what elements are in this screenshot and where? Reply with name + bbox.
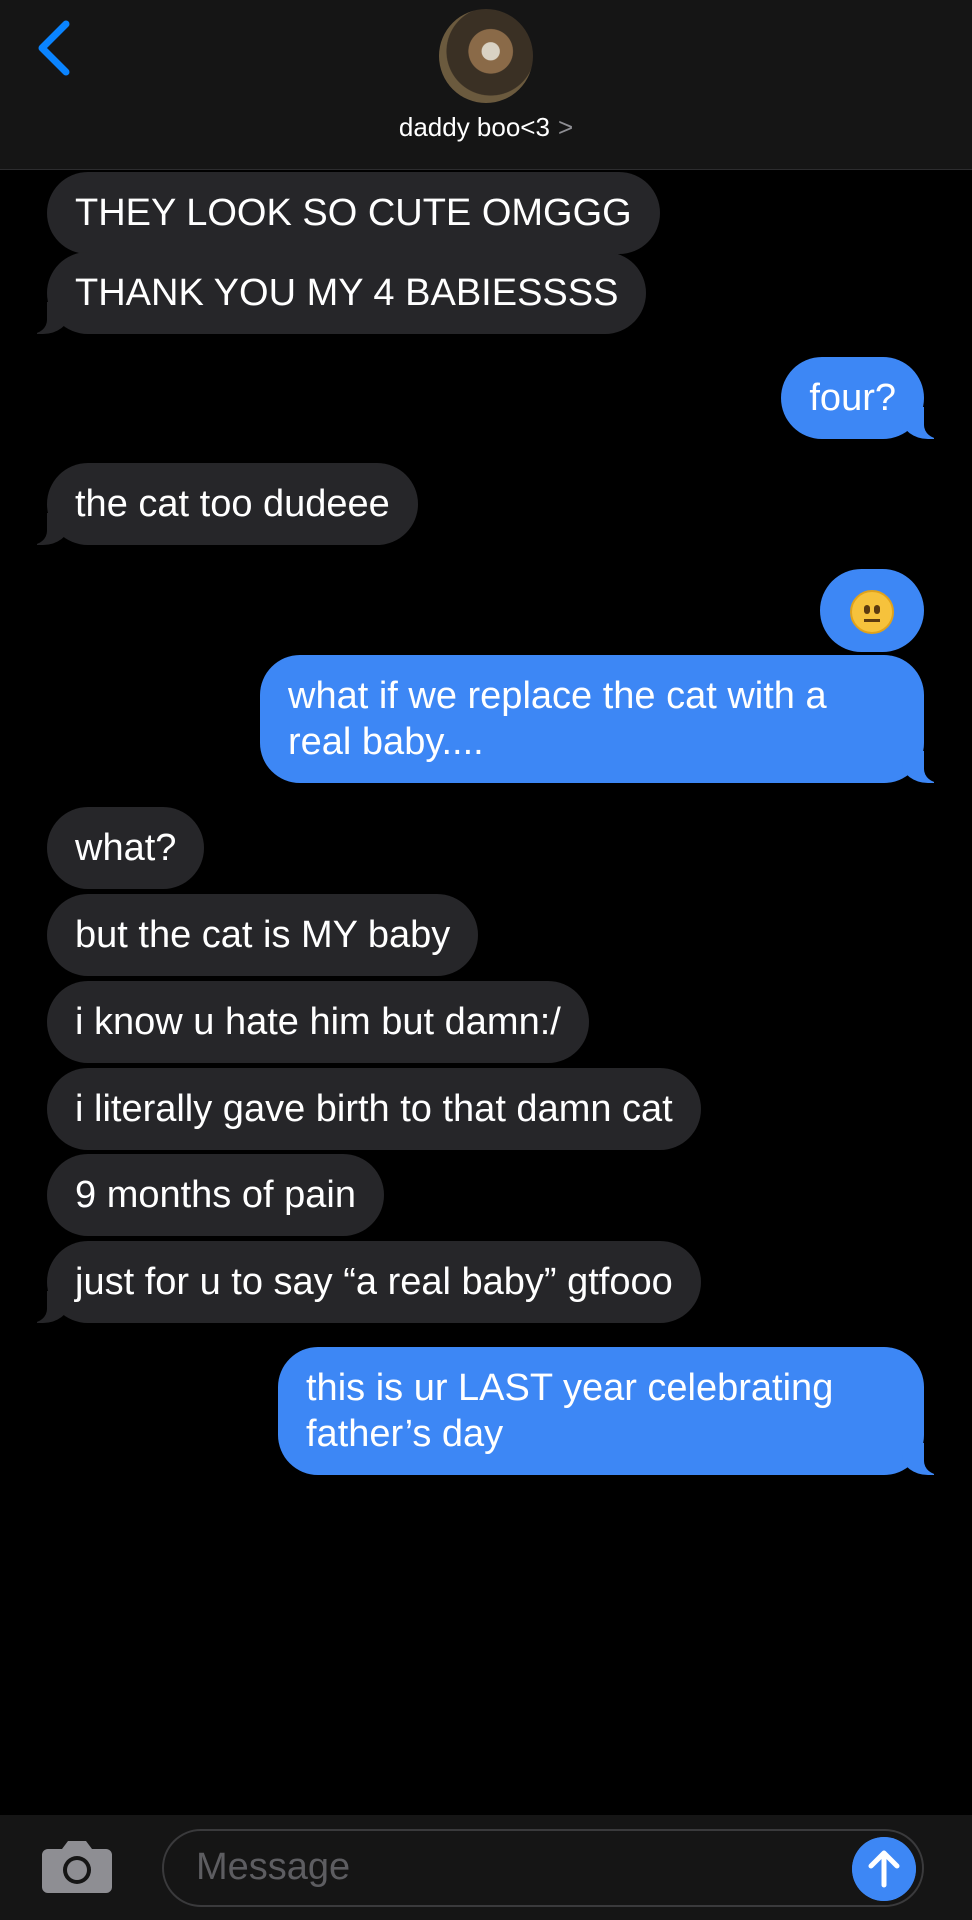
message-bubble-outgoing[interactable] <box>820 569 924 652</box>
message-text: THANK YOU MY 4 BABIESSSS <box>75 272 619 314</box>
message-text: just for u to say “a real baby” gtfooo <box>75 1261 673 1303</box>
contact-name-button[interactable]: daddy boo<3 > <box>0 112 972 143</box>
message-bubble-incoming[interactable]: THEY LOOK SO CUTE OMGGG <box>47 172 660 254</box>
message-text: this is ur LAST year celebrating father’… <box>306 1367 834 1455</box>
message-bubble-incoming[interactable]: but the cat is MY baby <box>47 894 479 976</box>
message-bubble-incoming[interactable]: just for u to say “a real baby” gtfooo <box>29 1241 701 1323</box>
contact-avatar[interactable] <box>439 9 533 103</box>
message-bubble-outgoing[interactable]: what if we replace the cat with a real b… <box>260 655 942 783</box>
message-text: 9 months of pain <box>75 1174 356 1216</box>
back-chevron-icon[interactable] <box>28 16 84 80</box>
message-composer: Message <box>0 1815 972 1920</box>
message-bubble-incoming[interactable]: i know u hate him but damn:/ <box>47 981 589 1063</box>
message-bubble-incoming[interactable]: i literally gave birth to that damn cat <box>47 1068 701 1150</box>
message-text: what if we replace the cat with a real b… <box>288 675 827 763</box>
message-text: i literally gave birth to that damn cat <box>75 1088 673 1130</box>
contact-name: daddy boo<3 <box>398 112 550 142</box>
neutral-face-emoji-icon <box>850 589 894 634</box>
message-text: i know u hate him but damn:/ <box>75 1001 561 1043</box>
message-bubble-incoming[interactable]: the cat too dudeee <box>29 463 418 545</box>
message-bubble-incoming[interactable]: what? <box>47 807 205 889</box>
message-bubble-outgoing[interactable]: this is ur LAST year celebrating father’… <box>278 1347 942 1475</box>
message-text: the cat too dudeee <box>75 483 390 525</box>
message-text: four? <box>809 377 896 419</box>
message-text: THEY LOOK SO CUTE OMGGG <box>75 192 632 234</box>
message-bubble-incoming[interactable]: 9 months of pain <box>47 1154 384 1236</box>
camera-icon[interactable] <box>40 1837 114 1895</box>
send-arrow-icon[interactable] <box>852 1837 916 1901</box>
message-bubble-incoming[interactable]: THANK YOU MY 4 BABIESSSS <box>28 252 647 334</box>
conversation-header: daddy boo<3 > <box>0 0 972 170</box>
message-text: what? <box>75 827 177 869</box>
message-text: but the cat is MY baby <box>75 914 451 956</box>
message-bubble-outgoing[interactable]: four? <box>781 357 942 439</box>
message-input[interactable]: Message <box>162 1829 924 1907</box>
contact-chevron-icon: > <box>557 112 574 142</box>
message-input-placeholder: Message <box>196 1846 351 1888</box>
